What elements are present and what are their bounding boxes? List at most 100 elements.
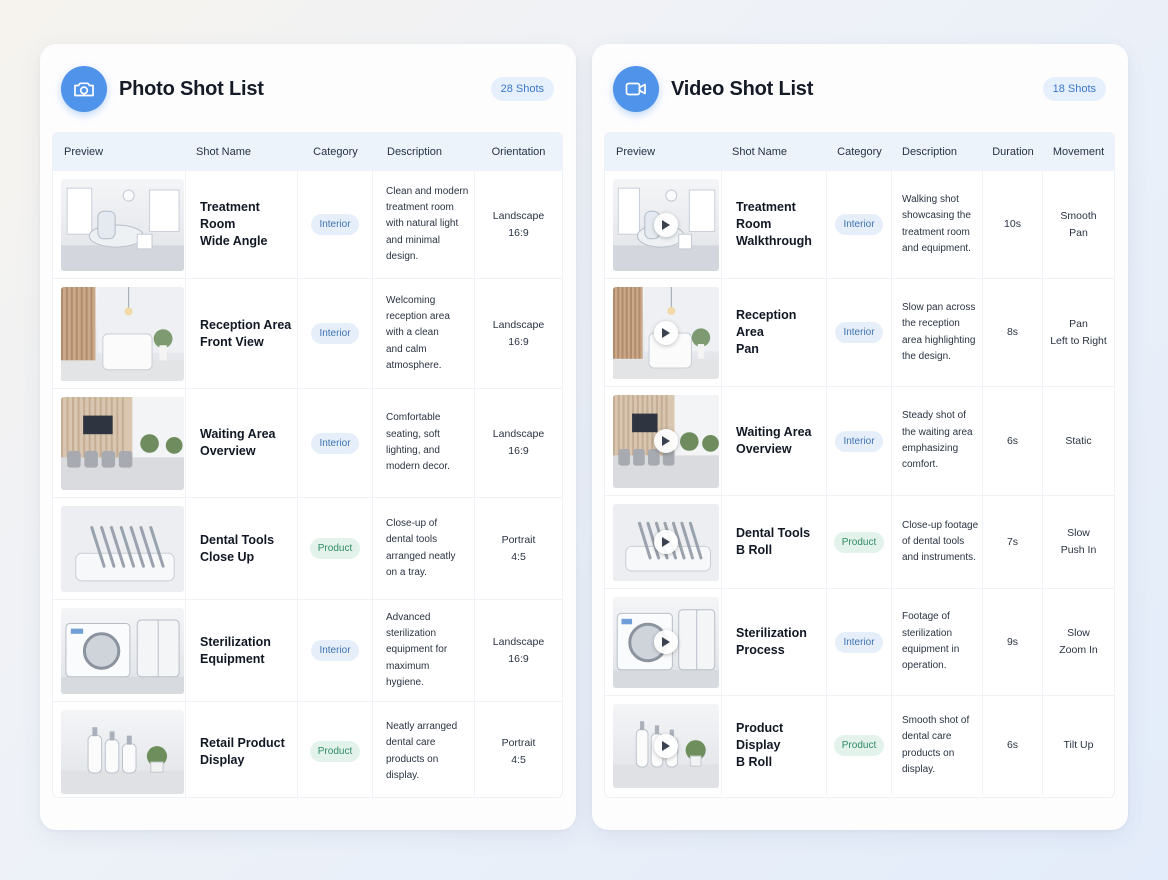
shot-name-cell: Dental Tools Close Up	[186, 498, 298, 599]
column-header-movement[interactable]: Movement	[1043, 133, 1114, 170]
shot-duration: 8s	[1006, 326, 1019, 338]
video-camera-icon	[613, 66, 659, 112]
category-cell: Interior	[827, 279, 892, 386]
category-badge: Interior	[835, 322, 883, 343]
movement-cell: Static	[1043, 387, 1114, 495]
category-cell: Product	[298, 498, 373, 599]
shot-orientation: Landscape 16:9	[492, 428, 545, 457]
play-icon[interactable]	[654, 320, 678, 345]
column-header-description[interactable]: Description	[373, 133, 475, 170]
preview-thumbnail[interactable]	[613, 178, 719, 271]
category-badge: Interior	[835, 214, 883, 235]
camera-movement: Tilt Up	[1063, 739, 1094, 751]
shot-name: Reception Area Pan	[736, 308, 797, 356]
column-header-shot-name[interactable]: Shot Name	[722, 133, 827, 170]
preview-thumbnail[interactable]	[613, 394, 719, 488]
movement-cell: Tilt Up	[1043, 696, 1114, 795]
shot-description: Slow pan across the reception area highl…	[902, 301, 976, 362]
shot-orientation: Landscape 16:9	[492, 635, 545, 665]
category-cell: Interior	[827, 589, 892, 695]
preview-thumbnail[interactable]	[61, 396, 184, 490]
column-header-category[interactable]: Category	[827, 133, 892, 170]
column-header-preview[interactable]: Preview	[605, 133, 722, 170]
preview-cell	[605, 696, 722, 795]
column-header-shot-name[interactable]: Shot Name	[186, 133, 298, 170]
shot-description: Clean and modern treatment room with nat…	[386, 185, 469, 262]
video-table-row[interactable]: Waiting Area Overview Interior Steady shot…	[605, 386, 1114, 495]
preview-thumbnail[interactable]	[613, 703, 719, 788]
shot-description: Steady shot of the waiting area emphasiz…	[902, 410, 973, 471]
video-table-row[interactable]: Treatment Room Walkthrough Interior Walkin…	[605, 170, 1114, 278]
video-table-row[interactable]: Reception Area Pan Interior Slow pan acros…	[605, 278, 1114, 386]
shot-name-cell: Waiting Area Overview	[186, 389, 298, 497]
category-badge: Interior	[835, 631, 883, 653]
category-cell: Product	[298, 702, 373, 797]
play-icon[interactable]	[654, 733, 678, 758]
photo-table-row[interactable]: Retail Product Display Product Neatly arra…	[53, 701, 562, 797]
description-cell: Close-up of dental tools arranged neatly…	[373, 498, 475, 599]
shot-name: Dental Tools Close Up	[200, 532, 275, 564]
column-header-duration[interactable]: Duration	[983, 133, 1043, 170]
preview-cell	[53, 702, 186, 797]
shot-name-cell: Treatment Room Walkthrough	[722, 171, 827, 278]
shot-name-cell: Reception Area Pan	[722, 279, 827, 386]
category-cell: Interior	[298, 279, 373, 388]
category-cell: Product	[827, 496, 892, 588]
description-cell: Steady shot of the waiting area emphasiz…	[892, 387, 983, 495]
preview-thumbnail[interactable]	[613, 503, 719, 581]
duration-cell: 7s	[983, 496, 1043, 588]
camera-movement: Slow Zoom In	[1059, 627, 1098, 656]
shot-description: Smooth shot of dental care products on d…	[902, 714, 970, 775]
preview-thumbnail[interactable]	[613, 596, 719, 688]
preview-thumbnail[interactable]	[613, 286, 719, 379]
shot-name-cell: Waiting Area Overview	[722, 387, 827, 495]
photo-card-header: Photo Shot List 28 Shots	[61, 65, 555, 113]
shot-description: Close-up of dental tools arranged neatly…	[386, 517, 456, 578]
play-icon[interactable]	[654, 429, 678, 453]
category-badge: Product	[833, 735, 885, 756]
column-header-orientation[interactable]: Orientation	[475, 133, 562, 170]
shot-name: Dental Tools B Roll	[736, 526, 811, 557]
shot-description: Close-up footage of dental tools and ins…	[902, 519, 979, 564]
shot-name: Sterilization Process	[736, 626, 807, 657]
video-table-row[interactable]: Sterilization Process Interior Footage of …	[605, 588, 1114, 695]
column-header-preview[interactable]: Preview	[53, 133, 186, 170]
play-icon[interactable]	[654, 212, 678, 237]
photo-table-row[interactable]: Dental Tools Close Up Product Close-up of …	[53, 497, 562, 599]
column-header-category[interactable]: Category	[298, 133, 373, 170]
shot-name-cell: Reception Area Front View	[186, 279, 298, 388]
shot-description: Neatly arranged dental care products on …	[386, 720, 458, 781]
description-cell: Close-up footage of dental tools and ins…	[892, 496, 983, 588]
shot-duration: 6s	[1006, 739, 1019, 751]
photo-table-row[interactable]: Sterilization Equipment Interior Advanced …	[53, 599, 562, 701]
orientation-cell: Landscape 16:9	[475, 171, 562, 278]
description-cell: Walking shot showcasing the treatment ro…	[892, 171, 983, 278]
orientation-cell: Landscape 16:9	[475, 600, 562, 701]
category-cell: Interior	[827, 387, 892, 495]
preview-cell	[605, 589, 722, 695]
shot-orientation: Landscape 16:9	[492, 318, 545, 348]
play-icon[interactable]	[654, 630, 678, 654]
photo-table-row[interactable]: Treatment Room Wide Angle Interior Clean a…	[53, 170, 562, 278]
preview-thumbnail[interactable]	[61, 709, 184, 794]
shot-duration: 9s	[1006, 635, 1019, 648]
shot-orientation: Landscape 16:9	[492, 209, 545, 239]
shot-name-cell: Sterilization Equipment	[186, 600, 298, 701]
video-table-row[interactable]: Dental Tools B Roll Product Close-up foota…	[605, 495, 1114, 588]
preview-thumbnail[interactable]	[61, 178, 184, 271]
preview-cell	[53, 171, 186, 278]
category-badge: Interior	[311, 214, 359, 235]
preview-thumbnail[interactable]	[61, 607, 184, 694]
movement-cell: Slow Zoom In	[1043, 589, 1114, 695]
play-icon[interactable]	[654, 530, 678, 554]
preview-thumbnail[interactable]	[61, 505, 184, 592]
video-table-row[interactable]: Product Display B Roll Product Smooth shot…	[605, 695, 1114, 795]
shot-name: Waiting Area Overview	[200, 427, 276, 458]
description-cell: Welcoming reception area with a clean an…	[373, 279, 475, 388]
shot-description: Comfortable seating, soft lighting, and …	[386, 412, 450, 473]
description-cell: Clean and modern treatment room with nat…	[373, 171, 475, 278]
photo-table-row[interactable]: Reception Area Front View Interior Welcomi…	[53, 278, 562, 388]
preview-thumbnail[interactable]	[61, 286, 184, 381]
photo-table-row[interactable]: Waiting Area Overview Interior Comfortable…	[53, 388, 562, 497]
column-header-description[interactable]: Description	[892, 133, 983, 170]
